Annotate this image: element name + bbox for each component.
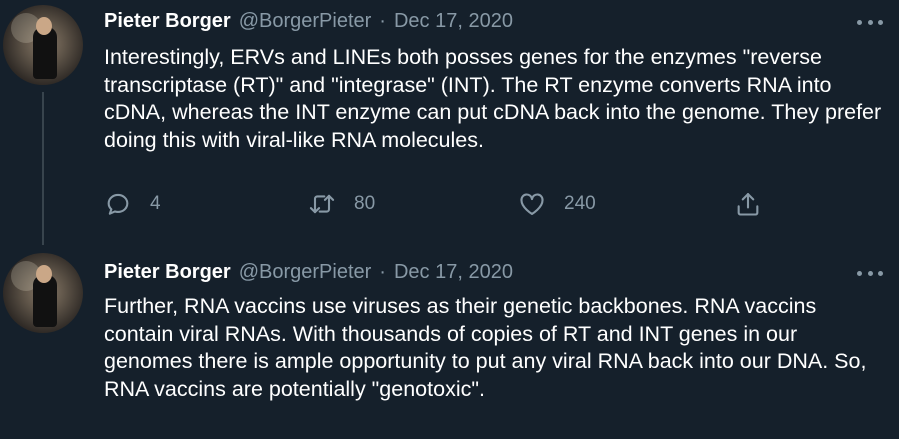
separator-dot: · [379, 10, 386, 32]
avatar[interactable] [3, 253, 83, 333]
tweet-actions: 4 80 240 [104, 188, 784, 220]
reply-count: 4 [150, 193, 161, 214]
more-dot [857, 270, 862, 276]
reply-button[interactable]: 4 [104, 188, 161, 220]
more-icon[interactable] [857, 263, 883, 283]
avatar[interactable] [3, 5, 83, 85]
more-dot [878, 270, 883, 276]
tweet-date[interactable]: Dec 17, 2020 [394, 10, 513, 33]
author-handle[interactable]: @BorgerPieter [239, 10, 372, 33]
tweet-header: Pieter Borger @BorgerPieter · Dec 17, 20… [104, 261, 513, 285]
more-dot [878, 19, 883, 25]
retweet-button[interactable]: 80 [308, 188, 375, 220]
share-icon [737, 193, 759, 216]
tweet-text: Interestingly, ERVs and LINEs both posse… [104, 45, 882, 152]
more-dot [857, 19, 862, 25]
retweet-count: 80 [354, 193, 376, 214]
like-button[interactable]: 240 [518, 188, 596, 220]
share-button[interactable] [734, 188, 762, 220]
author-name[interactable]: Pieter Borger [104, 10, 231, 33]
retweet-icon [309, 194, 335, 214]
tweet-date[interactable]: Dec 17, 2020 [394, 261, 513, 284]
avatar-head [36, 17, 52, 35]
thread-connector-line [42, 92, 44, 245]
avatar-head [36, 265, 52, 283]
separator-dot: · [379, 261, 386, 283]
heart-icon [520, 193, 544, 215]
like-count: 240 [564, 193, 596, 214]
tweet[interactable]: Pieter Borger @BorgerPieter · Dec 17, 20… [0, 0, 899, 245]
more-dot [867, 270, 873, 276]
reply-icon [107, 193, 129, 215]
more-icon[interactable] [857, 12, 883, 32]
author-handle[interactable]: @BorgerPieter [239, 261, 372, 284]
more-dot [867, 19, 873, 25]
author-name[interactable]: Pieter Borger [104, 261, 231, 284]
tweet[interactable]: Pieter Borger @BorgerPieter · Dec 17, 20… [0, 245, 899, 439]
tweet-text: Further, RNA vaccins use viruses as thei… [104, 294, 867, 401]
tweet-header: Pieter Borger @BorgerPieter · Dec 17, 20… [104, 10, 513, 34]
